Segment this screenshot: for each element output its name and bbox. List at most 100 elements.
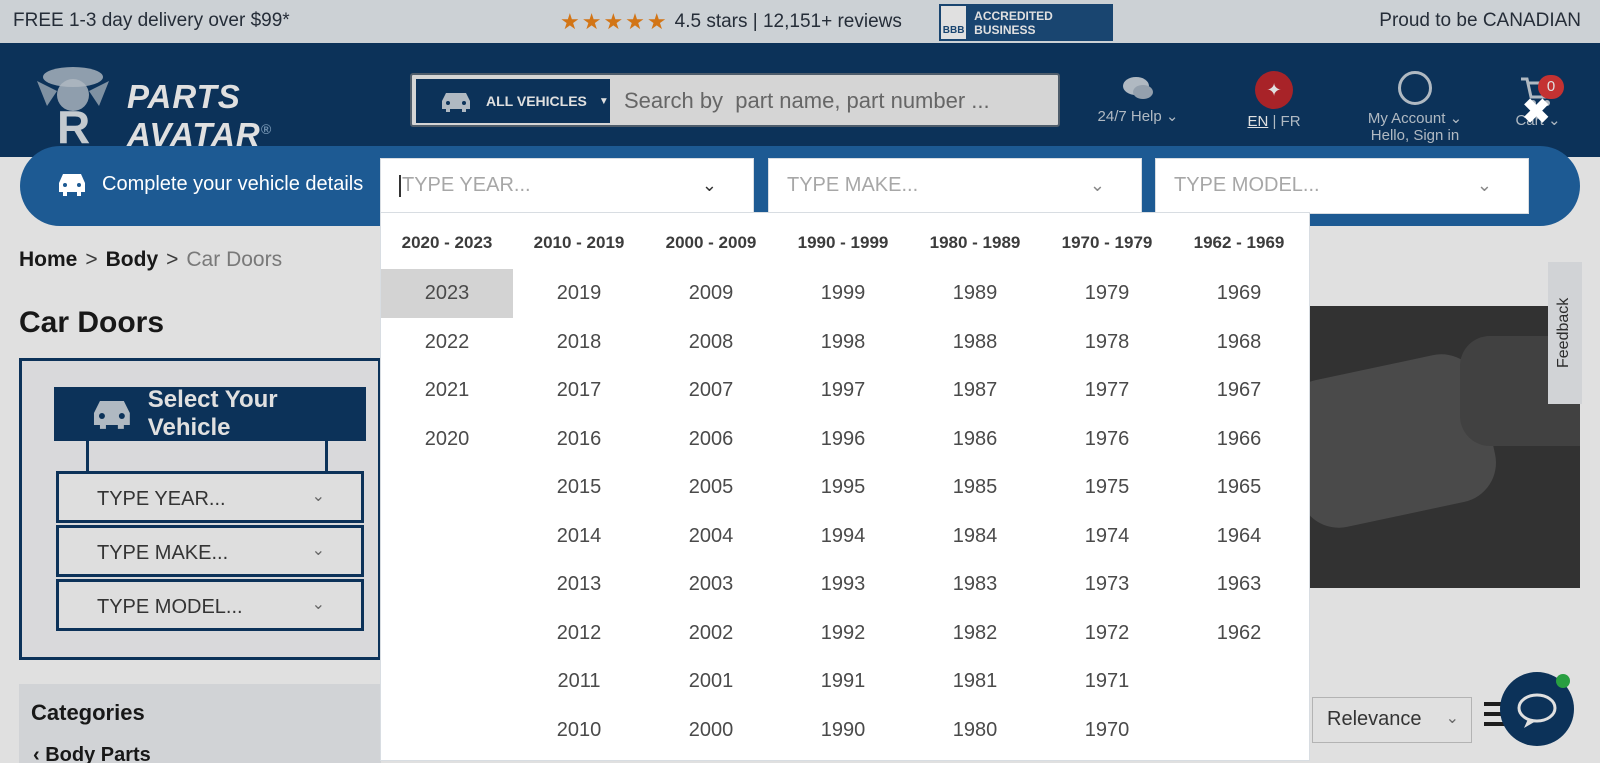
chevron-down-icon: ⌄ [701, 175, 717, 195]
bbb-badge[interactable]: BBB ACCREDITED BUSINESS [939, 4, 1113, 41]
year-option[interactable]: 1987 [909, 366, 1041, 415]
year-option[interactable]: 1993 [777, 560, 909, 609]
chevron-down-icon: ⌄ [1165, 108, 1179, 125]
year-option[interactable]: 1992 [777, 609, 909, 658]
year-option[interactable]: 1985 [909, 463, 1041, 512]
sidebar-make-select[interactable]: TYPE MAKE... ⌄ [56, 525, 364, 577]
year-option[interactable]: 1984 [909, 512, 1041, 561]
year-option[interactable]: 2002 [645, 609, 777, 658]
year-option[interactable]: 2003 [645, 560, 777, 609]
year-option[interactable]: 1988 [909, 318, 1041, 367]
year-option[interactable]: 2005 [645, 463, 777, 512]
year-option[interactable]: 2017 [513, 366, 645, 415]
year-option[interactable]: 1998 [777, 318, 909, 367]
year-option[interactable]: 2021 [381, 366, 513, 415]
year-option[interactable]: 1963 [1173, 560, 1305, 609]
model-select[interactable]: TYPE MODEL... ⌄ [1155, 158, 1529, 214]
year-option[interactable]: 1996 [777, 415, 909, 464]
lang-en-link[interactable]: EN [1247, 113, 1268, 130]
breadcrumb-body[interactable]: Body [106, 248, 159, 271]
year-option[interactable]: 1982 [909, 609, 1041, 658]
year-option[interactable]: 2023 [381, 269, 513, 318]
delivery-text: FREE 1-3 day delivery over $99* [13, 10, 290, 31]
year-option[interactable]: 2022 [381, 318, 513, 367]
year-option[interactable]: 1983 [909, 560, 1041, 609]
year-select[interactable]: TYPE YEAR... ⌄ [380, 158, 754, 214]
year-option[interactable]: 1997 [777, 366, 909, 415]
year-option[interactable]: 2012 [513, 609, 645, 658]
car-icon [59, 174, 85, 196]
year-range-column: 1962 - 1969 1969 1968 1967 1966 1965 1964 1963 1… [1173, 213, 1305, 657]
year-option[interactable]: 2008 [645, 318, 777, 367]
sort-select[interactable]: Relevance ⌄ [1312, 697, 1472, 743]
make-placeholder: TYPE MAKE... [787, 174, 919, 196]
year-option[interactable]: 1965 [1173, 463, 1305, 512]
year-option[interactable]: 2004 [645, 512, 777, 561]
year-option[interactable]: 2001 [645, 657, 777, 706]
rating-summary[interactable]: ★★★★★ 4.5 stars | 12,151+ reviews [560, 9, 902, 35]
year-option[interactable]: 2014 [513, 512, 645, 561]
year-option[interactable]: 1970 [1041, 706, 1173, 755]
lang-fr-link[interactable]: FR [1281, 113, 1301, 130]
year-option[interactable]: 1994 [777, 512, 909, 561]
year-option[interactable]: 2020 [381, 415, 513, 464]
year-option[interactable]: 1966 [1173, 415, 1305, 464]
year-option[interactable]: 1973 [1041, 560, 1173, 609]
year-option[interactable]: 1981 [909, 657, 1041, 706]
year-option[interactable]: 1974 [1041, 512, 1173, 561]
year-option[interactable]: 1975 [1041, 463, 1173, 512]
model-placeholder: TYPE MODEL... [1174, 174, 1320, 196]
year-option[interactable]: 1991 [777, 657, 909, 706]
make-select[interactable]: TYPE MAKE... ⌄ [768, 158, 1142, 214]
year-option[interactable]: 1979 [1041, 269, 1173, 318]
year-option[interactable]: 1986 [909, 415, 1041, 464]
year-option[interactable]: 2015 [513, 463, 645, 512]
year-option[interactable]: 1976 [1041, 415, 1173, 464]
breadcrumb-current: Car Doors [186, 248, 283, 271]
year-option[interactable]: 1980 [909, 706, 1041, 755]
year-range-column: 2000 - 2009 2009 2008 2007 2006 2005 2004 2003 2… [645, 213, 777, 754]
year-option[interactable]: 1972 [1041, 609, 1173, 658]
year-option[interactable]: 2006 [645, 415, 777, 464]
year-option[interactable]: 2018 [513, 318, 645, 367]
search-input[interactable] [624, 85, 1044, 117]
breadcrumb-home[interactable]: Home [19, 248, 77, 271]
account-menu[interactable]: My Account ⌄ Hello, Sign in [1355, 71, 1475, 144]
year-option[interactable]: 1969 [1173, 269, 1305, 318]
year-option[interactable]: 1971 [1041, 657, 1173, 706]
all-vehicles-button[interactable]: ALL VEHICLES ▼ [416, 79, 610, 123]
year-option[interactable]: 1967 [1173, 366, 1305, 415]
year-option[interactable]: 1999 [777, 269, 909, 318]
year-option[interactable]: 1962 [1173, 609, 1305, 658]
year-option[interactable]: 1990 [777, 706, 909, 755]
site-logo[interactable]: R PARTS AVATAR® [22, 53, 292, 151]
year-option[interactable]: 1968 [1173, 318, 1305, 367]
year-option[interactable]: 1978 [1041, 318, 1173, 367]
year-option[interactable]: 2013 [513, 560, 645, 609]
bbb-label: ACCREDITED BUSINESS [974, 8, 1053, 37]
sidebar-year-select[interactable]: TYPE YEAR... ⌄ [56, 471, 364, 523]
star-rating-icon: ★★★★★ [560, 9, 669, 34]
year-option[interactable]: 1964 [1173, 512, 1305, 561]
text-cursor [399, 174, 401, 197]
year-range-header: 1980 - 1989 [929, 233, 1021, 252]
vehicle-details-title: Complete your vehicle details [56, 171, 363, 197]
help-menu[interactable]: 24/7 Help ⌄ [1088, 75, 1188, 125]
year-option[interactable]: 2009 [645, 269, 777, 318]
year-option[interactable]: 1995 [777, 463, 909, 512]
year-option[interactable]: 2019 [513, 269, 645, 318]
select-vehicle-header: Select Your Vehicle [54, 386, 366, 441]
category-item[interactable]: ‹ Body Parts [33, 744, 151, 763]
year-option[interactable]: 2007 [645, 366, 777, 415]
year-option[interactable]: 2016 [513, 415, 645, 464]
year-option[interactable]: 2000 [645, 706, 777, 755]
year-option[interactable]: 1989 [909, 269, 1041, 318]
account-label: My Account [1367, 110, 1446, 127]
close-icon[interactable]: ✖ [1522, 92, 1551, 132]
year-option[interactable]: 2010 [513, 706, 645, 755]
sidebar-model-select[interactable]: TYPE MODEL... ⌄ [56, 579, 364, 631]
feedback-tab[interactable]: Feedback [1548, 262, 1582, 404]
year-option[interactable]: 2011 [513, 657, 645, 706]
year-option[interactable]: 1977 [1041, 366, 1173, 415]
live-chat-button[interactable] [1500, 672, 1574, 746]
